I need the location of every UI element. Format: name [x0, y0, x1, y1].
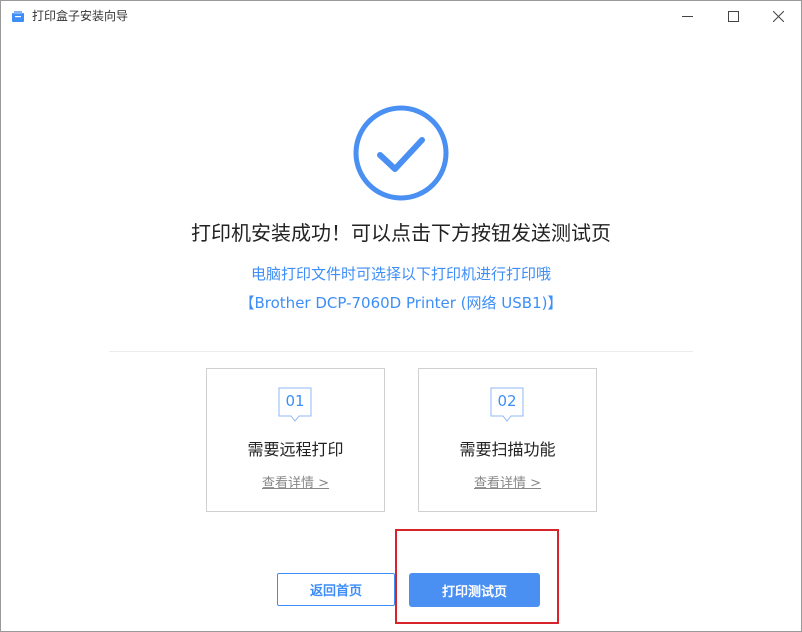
scan-feature-card: 02 需要扫描功能 查看详情 > — [418, 368, 597, 512]
minimize-button[interactable] — [664, 1, 710, 32]
print-test-page-button[interactable]: 打印测试页 — [409, 573, 540, 607]
card-number: 01 — [285, 392, 305, 410]
card-number: 02 — [497, 392, 517, 410]
title-bar[interactable]: 打印盒子安装向导 — [1, 1, 801, 32]
printer-box-icon — [12, 11, 24, 22]
success-headline: 打印机安装成功！可以点击下方按钮发送测试页 — [191, 221, 611, 245]
view-details-link[interactable]: 查看详情 > — [207, 475, 384, 493]
remote-print-card: 01 需要远程打印 查看详情 > — [206, 368, 385, 512]
minimize-icon — [681, 16, 693, 17]
close-icon — [772, 11, 784, 22]
back-home-button[interactable]: 返回首页 — [277, 573, 395, 606]
maximize-button[interactable] — [710, 1, 756, 32]
hint-text: 电脑打印文件时可选择以下打印机进行打印哦 — [250, 265, 551, 283]
printer-name: 【Brother DCP-7060D Printer (网络 USB1)】 — [239, 294, 563, 312]
installer-window: 打印盒子安装向导 打印机安装成功！可以点击下方按钮发送测试页 电脑打印文件时可选… — [0, 0, 802, 632]
card-title: 需要远程打印 — [247, 440, 344, 459]
card-title: 需要扫描功能 — [459, 440, 556, 459]
close-button[interactable] — [755, 1, 801, 32]
checkmark-circle-icon — [353, 105, 449, 201]
view-details-link[interactable]: 查看详情 > — [419, 475, 596, 493]
window-title: 打印盒子安装向导 — [32, 9, 129, 23]
divider — [109, 351, 693, 352]
maximize-icon — [727, 11, 739, 22]
